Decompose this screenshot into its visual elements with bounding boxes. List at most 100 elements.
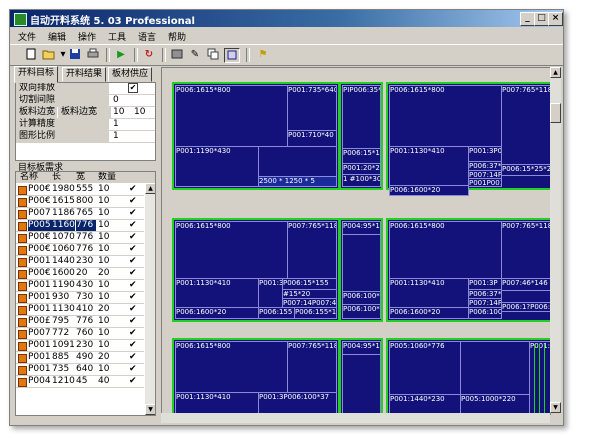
col-width[interactable]: 宽 [76, 172, 85, 183]
part[interactable]: P001:1130*410 [175, 392, 259, 414]
open-icon[interactable] [42, 48, 56, 61]
part[interactable]: P006:1615*800 [175, 221, 288, 279]
cell-checkbox[interactable]: ✔ [129, 268, 139, 279]
part[interactable] [342, 234, 381, 292]
cell-checkbox[interactable]: ✔ [129, 376, 139, 387]
table-row[interactable]: P00€ 1615 800 10 ✔ [16, 196, 144, 208]
scroll-up-icon[interactable]: ▲ [550, 67, 561, 78]
part[interactable]: P006:1615*800 [389, 85, 502, 147]
col-name[interactable]: 名称 [20, 172, 38, 183]
part[interactable]: P001:1130*410 [389, 278, 469, 308]
close-button[interactable]: × [548, 12, 563, 26]
part[interactable]: P006:1615*800 [389, 221, 502, 279]
part[interactable]: P006:155*15 [294, 307, 337, 319]
cell-checkbox[interactable]: ✔ [129, 280, 139, 291]
scroll-down-icon[interactable]: ▼ [550, 402, 561, 413]
scroll-up-icon[interactable]: ▲ [145, 183, 155, 194]
cell-checkbox[interactable]: ✔ [129, 364, 139, 375]
part[interactable]: P006:100* [342, 291, 381, 305]
scale-field[interactable]: 1 [113, 131, 119, 142]
part[interactable] [460, 341, 530, 395]
part[interactable]: P007:46*146 [501, 278, 550, 291]
part[interactable]: P007:765*1186 [287, 221, 337, 279]
table-scrollbar[interactable]: ▲ ▼ [145, 183, 155, 415]
cell-checkbox[interactable]: ✔ [129, 304, 139, 315]
save-icon[interactable] [68, 48, 82, 61]
part[interactable]: P001:1130*410 [175, 278, 259, 308]
edge-width-field[interactable]: 10 [113, 107, 124, 118]
part[interactable]: P007:765*1186 [287, 341, 337, 393]
part[interactable]: P006:100*37 [342, 304, 381, 319]
part[interactable]: P001:735*640 [287, 85, 337, 131]
part[interactable]: P005:1060*776 [389, 341, 461, 395]
menu-language[interactable]: 语言 [138, 30, 156, 43]
part[interactable]: P001P001 [468, 178, 502, 187]
cell-checkbox[interactable]: ✔ [129, 316, 139, 327]
layout-icon[interactable] [224, 48, 240, 63]
canvas-vertical-scrollbar[interactable]: ▲ ▼ [550, 67, 561, 413]
part[interactable]: P001:3P [258, 278, 283, 308]
menu-edit[interactable]: 编辑 [48, 30, 66, 43]
table-row[interactable]: P007 1186 765 10 ✔ [16, 208, 144, 220]
part[interactable]: P001:3P006:100*37 [258, 392, 337, 414]
scroll-down-icon[interactable]: ▼ [145, 404, 155, 415]
cell-checkbox[interactable]: ✔ [129, 208, 139, 219]
table-row[interactable]: P001 1440 230 10 ✔ [16, 256, 144, 268]
part[interactable]: P001:3P001:20*250 [468, 146, 502, 162]
table-row[interactable]: P004 1210 45 40 ✔ [16, 376, 144, 388]
table-row[interactable]: P001 1091 230 10 ✔ [16, 340, 144, 352]
part[interactable]: P006:1600*20 [389, 307, 469, 319]
cell-checkbox[interactable]: ✔ [129, 292, 139, 303]
edge-width-field-2[interactable]: 10 [134, 107, 145, 118]
part[interactable]: P001:1440*230 [389, 394, 461, 414]
cell-checkbox[interactable]: ✔ [129, 244, 139, 255]
table-row[interactable]: P00€ 1060 776 10 ✔ [16, 244, 144, 256]
cell-checkbox[interactable]: ✔ [129, 340, 139, 351]
refresh-icon[interactable]: ↻ [142, 48, 156, 61]
new-icon[interactable] [24, 48, 38, 61]
tab-board-supply[interactable]: 板材供应 [108, 67, 153, 82]
part[interactable]: P005:1000*220 [460, 394, 530, 414]
part[interactable] [342, 354, 381, 414]
scroll-thumb[interactable] [550, 103, 561, 123]
tab-cut-target[interactable]: 开料目标 [14, 66, 59, 83]
table-row[interactable]: P005 1160 776 10 ✔ [16, 220, 144, 232]
part[interactable]: P001:1190*430 [175, 146, 259, 187]
tab-cut-result[interactable]: 开料结果 [62, 67, 107, 82]
help-icon[interactable]: ⚑ [256, 48, 270, 61]
part[interactable]: P004:95*10 [342, 221, 381, 235]
part[interactable]: P006:155 [258, 307, 295, 319]
table-row[interactable]: P00€ 1070 776 10 ✔ [16, 232, 144, 244]
part[interactable]: P001:60* [529, 341, 550, 414]
cut-gap-field[interactable]: 0 [113, 95, 119, 106]
part[interactable]: P007:765*1186 [501, 85, 550, 165]
table-row[interactable]: P00€ 1600 20 20 ✔ [16, 268, 144, 280]
cell-checkbox[interactable]: ✔ [129, 232, 139, 243]
cell-checkbox[interactable]: ✔ [129, 352, 139, 363]
part[interactable]: P001:1130*410 [389, 146, 469, 186]
part[interactable]: P006:100*37 [468, 307, 502, 319]
table-row[interactable]: P001 735 640 10 ✔ [16, 364, 144, 376]
image-icon[interactable] [170, 48, 184, 61]
menu-file[interactable]: 文件 [18, 30, 36, 43]
canvas-horizontal-scrollbar[interactable] [161, 413, 550, 423]
menu-tools[interactable]: 工具 [108, 30, 126, 43]
cell-checkbox[interactable]: ✔ [129, 220, 139, 231]
part-label[interactable]: 2500 * 1250 * 5 [258, 176, 337, 187]
part[interactable] [258, 146, 337, 177]
part[interactable]: P006:1600*20 [175, 307, 259, 319]
cell-checkbox[interactable]: ✔ [129, 328, 139, 339]
part[interactable]: PIP006:35*1 [342, 85, 381, 149]
part[interactable]: P004:95*10 [342, 341, 381, 355]
minimize-button[interactable]: _ [520, 12, 535, 26]
part[interactable]: P006:15*155 [342, 148, 381, 164]
maximize-button[interactable]: □ [534, 12, 549, 26]
table-row[interactable]: P00€ 1980 555 10 ✔ [16, 184, 144, 196]
table-row[interactable]: P001 1190 430 10 ✔ [16, 280, 144, 292]
menu-help[interactable]: 帮助 [168, 30, 186, 43]
col-length[interactable]: 长 [52, 172, 61, 183]
run-icon[interactable]: ▶ [114, 48, 128, 61]
table-row[interactable]: P00£ 795 776 10 ✔ [16, 316, 144, 328]
two-way-checkbox[interactable]: ✔ [128, 83, 138, 94]
cell-checkbox[interactable]: ✔ [129, 256, 139, 267]
